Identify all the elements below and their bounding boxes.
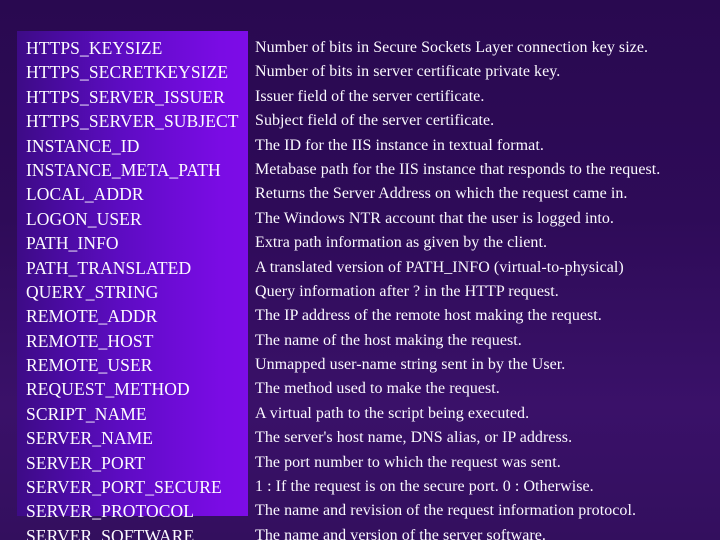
variable-name-cell: REMOTE_HOST — [26, 330, 154, 351]
variable-name-cell: SERVER_PORT_SECURE — [26, 477, 222, 498]
variable-description-cell: Returns the Server Address on which the … — [255, 185, 628, 203]
variable-name-cell: HTTPS_KEYSIZE — [26, 38, 163, 58]
table-row: SERVER_PORT The port number to which the … — [0, 451, 720, 475]
variable-description-cell: The Windows NTR account that the user is… — [255, 209, 614, 227]
table-row: HTTPS_SECRETKEYSIZE Number of bits in ser… — [0, 60, 720, 84]
variable-name-cell: INSTANCE_META_PATH — [26, 159, 221, 180]
table-row: REQUEST_METHOD The method used to make th… — [0, 377, 720, 401]
variable-name-cell: REMOTE_USER — [26, 355, 153, 376]
table-row: SERVER_NAME The server's host name, DNS a… — [0, 426, 720, 450]
variable-description-cell: The ID for the IIS instance in textual f… — [255, 136, 544, 154]
table-row: PATH_INFO Extra path information as given… — [0, 231, 720, 255]
variable-description-cell: Extra path information as given by the c… — [255, 234, 547, 252]
table-row: REMOTE_HOST The name of the host making t… — [0, 329, 720, 353]
table-row: INSTANCE_META_PATH Metabase path for the … — [0, 158, 720, 182]
variable-description-cell: The port number to which the request was… — [255, 453, 561, 471]
variable-name-cell: HTTPS_SECRETKEYSIZE — [26, 62, 229, 83]
variable-description-cell: Number of bits in Secure Sockets Layer c… — [255, 39, 649, 56]
variable-name-cell: QUERY_STRING — [26, 281, 159, 302]
table-row: LOGON_USER The Windows NTR account that t… — [0, 207, 720, 231]
server-variables-table: HTTPS_KEYSIZE Number of bits in Secure So… — [0, 0, 720, 540]
table-row: HTTPS_KEYSIZE Number of bits in Secure So… — [0, 36, 720, 60]
table-row: PATH_TRANSLATED A translated version of P… — [0, 256, 720, 280]
variable-description-cell: The name and revision of the request inf… — [255, 502, 637, 520]
table-rows-container: HTTPS_KEYSIZE Number of bits in Secure So… — [0, 36, 720, 540]
table-row: SERVER_PORT_SECURE 1 : If the request is … — [0, 475, 720, 499]
variable-name-cell: REMOTE_ADDR — [26, 306, 158, 327]
variable-description-cell: The IP address of the remote host making… — [255, 307, 602, 325]
slide-canvas: HTTPS_KEYSIZE Number of bits in Secure So… — [0, 0, 720, 540]
table-row: SCRIPT_NAME A virtual path to the script … — [0, 402, 720, 426]
variable-description-cell: Subject field of the server certificate. — [255, 112, 495, 130]
variable-name-cell: LOCAL_ADDR — [26, 184, 144, 205]
variable-description-cell: A translated version of PATH_INFO (virtu… — [255, 258, 624, 276]
table-row: QUERY_STRING Query information after ? in… — [0, 280, 720, 304]
variable-name-cell: HTTPS_SERVER_SUBJECT — [26, 111, 239, 132]
table-row: LOCAL_ADDR Returns the Server Address on … — [0, 182, 720, 206]
variable-description-cell: The server's host name, DNS alias, or IP… — [255, 429, 573, 447]
variable-name-cell: PATH_TRANSLATED — [26, 257, 192, 278]
variable-description-cell: The name of the host making the request. — [255, 331, 522, 349]
variable-name-cell: INSTANCE_ID — [26, 135, 140, 156]
variable-name-cell: REQUEST_METHOD — [26, 379, 190, 400]
variable-description-cell: A virtual path to the script being execu… — [255, 404, 530, 422]
variable-description-cell: Unmapped user-name string sent in by the… — [255, 356, 566, 374]
variable-name-cell: LOGON_USER — [26, 208, 142, 229]
variable-name-cell: SERVER_NAME — [26, 428, 154, 449]
variable-name-cell: SERVER_SOFTWARE — [26, 525, 195, 540]
table-row: REMOTE_ADDR The IP address of the remote … — [0, 304, 720, 328]
table-row: HTTPS_SERVER_ISSUER Issuer field of the s… — [0, 85, 720, 109]
variable-name-cell: PATH_INFO — [26, 233, 119, 254]
variable-name-cell: SCRIPT_NAME — [26, 403, 147, 424]
table-row: REMOTE_USER Unmapped user-name string sen… — [0, 353, 720, 377]
variable-description-cell: Query information after ? in the HTTP re… — [255, 282, 559, 300]
variable-name-cell: SERVER_PROTOCOL — [26, 501, 194, 522]
variable-description-cell: 1 : If the request is on the secure port… — [255, 478, 594, 496]
variable-name-cell: SERVER_PORT — [26, 452, 146, 473]
table-row: SERVER_SOFTWARE The name and version of t… — [0, 524, 720, 540]
table-row: HTTPS_SERVER_SUBJECT Subject field of the… — [0, 109, 720, 133]
variable-description-cell: Number of bits in server certificate pri… — [255, 63, 561, 81]
variable-description-cell: Metabase path for the IIS instance that … — [255, 160, 661, 178]
variable-description-cell: The method used to make the request. — [255, 380, 500, 398]
variable-name-cell: HTTPS_SERVER_ISSUER — [26, 86, 225, 107]
table-row: INSTANCE_ID The ID for the IIS instance i… — [0, 134, 720, 158]
table-row: SERVER_PROTOCOL The name and revision of … — [0, 499, 720, 523]
variable-description-cell: Issuer field of the server certificate. — [255, 87, 485, 105]
variable-description-cell: The name and version of the server softw… — [255, 526, 546, 540]
